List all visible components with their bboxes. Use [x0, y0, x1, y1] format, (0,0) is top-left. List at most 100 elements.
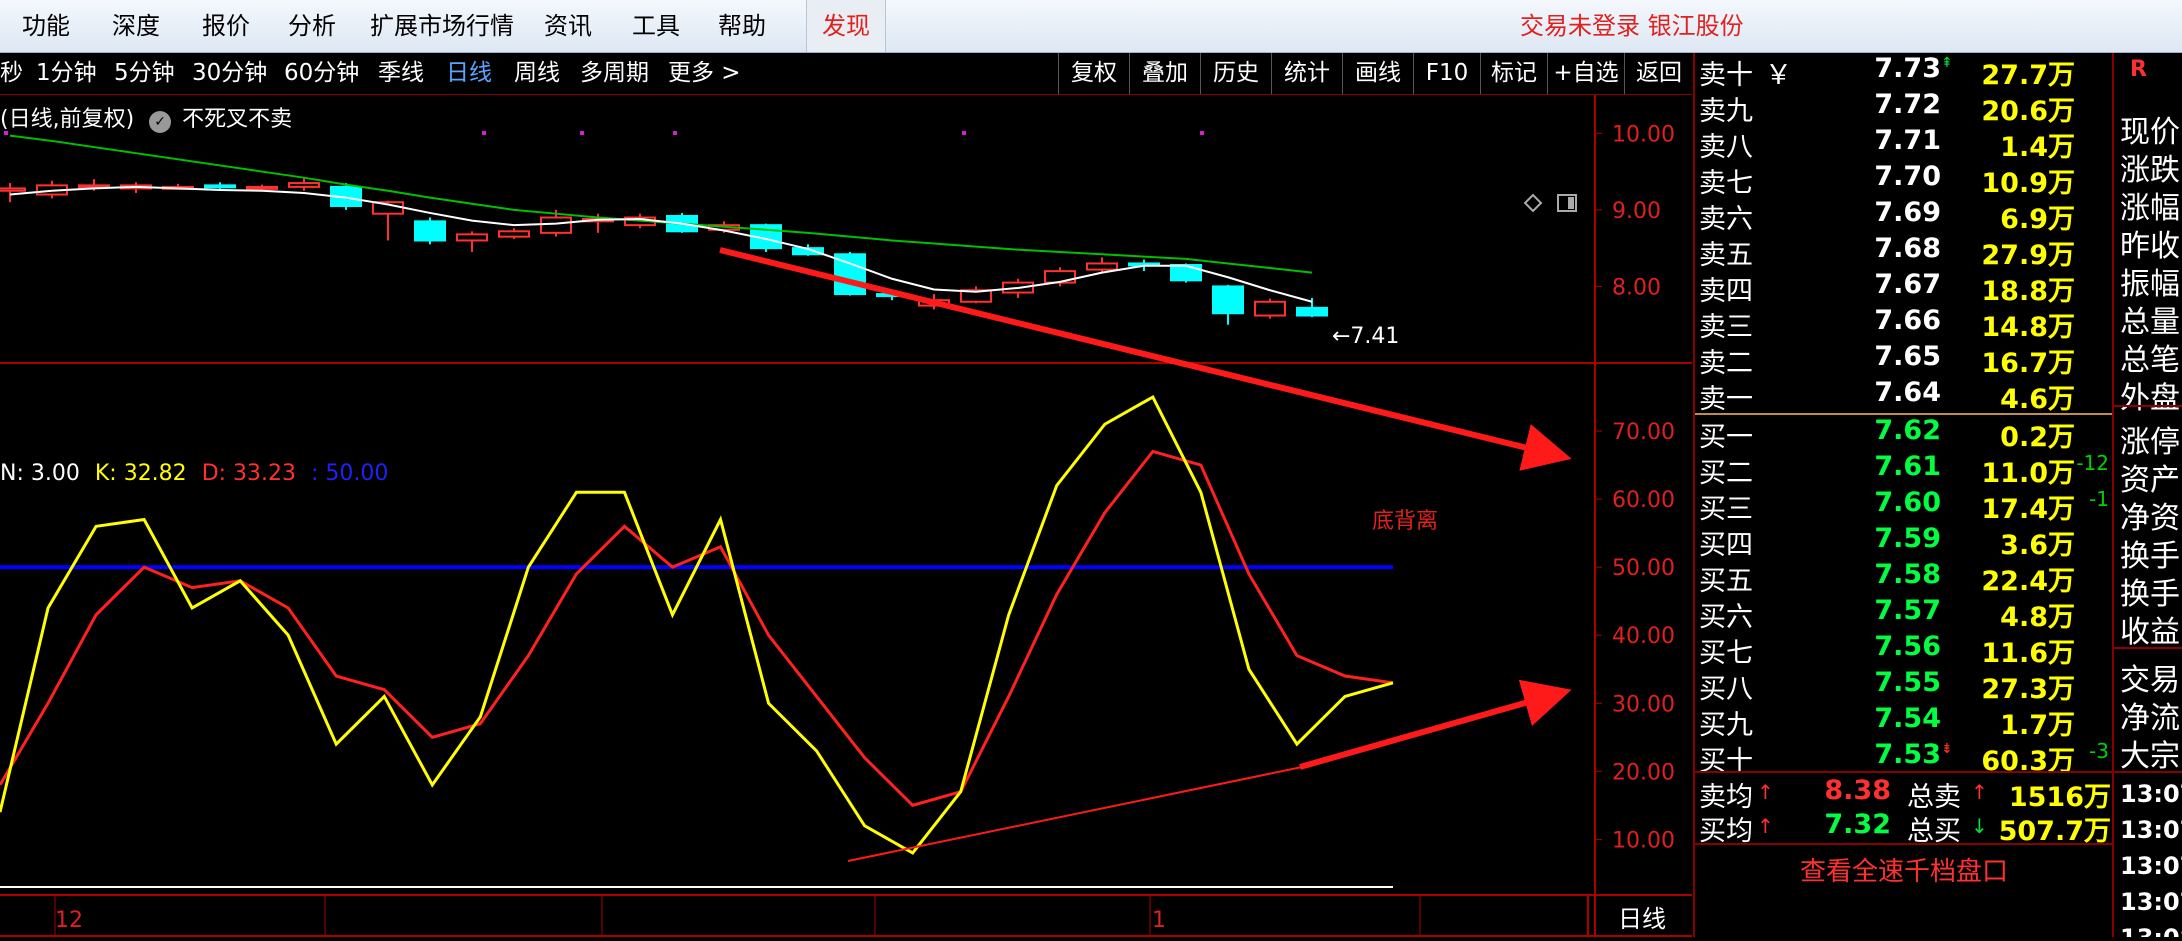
signal-dot [673, 131, 677, 135]
summary-row: 卖均 ↑ 8.38 总卖 ↑ 1516万 [1695, 775, 2113, 813]
candle-body [1254, 300, 1286, 317]
draw-line-button[interactable]: 画线 [1342, 53, 1413, 94]
sell-order-row[interactable]: 卖十 ￥ 7.73 ⇞ 27.7万 [1695, 53, 2113, 91]
indicator-tick-label: 60.00 [1612, 488, 1675, 513]
sell-order-row[interactable]: 卖九 7.72 20.6万 [1695, 89, 2113, 127]
sell-order-row[interactable]: 卖三 7.66 14.8万 [1695, 305, 2113, 343]
volume-change: -1 [2089, 487, 2109, 511]
chart-area[interactable]: 10.00 9.00 8.00 70.00 60.00 50.00 40.00 30.00 2… [0, 95, 1692, 937]
price-tick-label: 8.00 [1612, 275, 1661, 300]
menu-item-help[interactable]: 帮助 [718, 0, 766, 52]
buy-order-level-label: 买二 [1699, 458, 1753, 489]
period-5min[interactable]: 5分钟 [114, 53, 175, 94]
volume: 10.9万 [1981, 168, 2075, 199]
buy-order-row[interactable]: 买二 7.61 11.0万 -12 [1695, 451, 2113, 489]
menu-item-function[interactable]: 功能 [22, 0, 70, 52]
period-60min[interactable]: 60分钟 [284, 53, 359, 94]
full-depth-link[interactable]: 查看全速千档盘口 [1695, 851, 2113, 888]
buy-order-row[interactable]: 买八 7.55 27.3万 [1695, 667, 2113, 705]
summary-price: 8.38 [1824, 775, 1891, 806]
pane-window-icon-fill [1568, 197, 1574, 209]
kline-chart-svg[interactable]: 10.00 9.00 8.00 70.00 60.00 50.00 40.00 30.00 2… [0, 95, 1692, 937]
menu-item-depth[interactable]: 深度 [112, 0, 160, 52]
volume-change: -3 [2089, 739, 2109, 763]
badge-row: R [2114, 53, 2182, 93]
menu-item-quote[interactable]: 报价 [202, 0, 250, 52]
indicator-toggle-icon[interactable]: ✓ [149, 111, 172, 133]
menu-item-news[interactable]: 资讯 [544, 0, 592, 52]
price: 7.58 [1874, 559, 1941, 590]
period-daily[interactable]: 日线 [446, 53, 492, 94]
price: 7.57 [1874, 595, 1941, 626]
buy-order-level-label: 买一 [1699, 422, 1753, 453]
buy-order-row[interactable]: 买四 7.59 3.6万 [1695, 523, 2113, 561]
buy-order-level-label: 买七 [1699, 638, 1753, 669]
history-button[interactable]: 历史 [1200, 53, 1271, 94]
last-price-label: ←7.41 [1332, 324, 1399, 349]
sell-order-level-label: 卖九 [1699, 96, 1753, 127]
buy-order-row[interactable]: 买十 7.53 ⇟ 60.3万 -3 [1695, 739, 2113, 777]
arrow-up-icon: ↑ [1757, 780, 1774, 804]
sell-order-level-label: 卖七 [1699, 168, 1753, 199]
menu-item-tools[interactable]: 工具 [632, 0, 680, 52]
buy-order-row[interactable]: 买九 7.54 1.7万 [1695, 703, 2113, 741]
restore-rights-button[interactable]: 复权 [1058, 53, 1129, 94]
period-weekly[interactable]: 周线 [514, 53, 560, 94]
period-seconds[interactable]: 秒 [0, 53, 23, 94]
sell-order-row[interactable]: 卖七 7.70 10.9万 [1695, 161, 2113, 199]
panel-divider [2114, 405, 2182, 407]
kdj-params-row: N: 3.00 K: 32.82 D: 33.23 : 50.00 [0, 461, 388, 486]
panel-divider [2114, 771, 2182, 773]
signal-dot [482, 131, 486, 135]
period-multi[interactable]: 多周期 [580, 53, 649, 94]
price-tick-label: 10.00 [1612, 122, 1675, 147]
buy-order-level-label: 买五 [1699, 566, 1753, 597]
sell-order-row[interactable]: 卖二 7.65 16.7万 [1695, 341, 2113, 379]
sell-order-row[interactable]: 卖五 7.68 27.9万 [1695, 233, 2113, 271]
add-watchlist-button[interactable]: +自选 [1547, 53, 1624, 94]
overlay-button[interactable]: 叠加 [1129, 53, 1200, 94]
bottom-divergence-label: 底背离 [1372, 509, 1438, 534]
price: 7.73 [1874, 53, 1941, 84]
indicator-tick-label: 10.00 [1612, 828, 1675, 853]
mark-button[interactable]: 标记 [1480, 53, 1547, 94]
buy-order-row[interactable]: 买三 7.60 17.4万 -1 [1695, 487, 2113, 525]
period-quarter[interactable]: 季线 [378, 53, 424, 94]
tick-time: 13:07 [2120, 816, 2182, 844]
buy-order-row[interactable]: 买六 7.57 4.8万 [1695, 595, 2113, 633]
buy-order-row[interactable]: 买一 7.62 0.2万 [1695, 415, 2113, 453]
candles-group [0, 177, 1328, 325]
menu-item-discover[interactable]: 发现 [806, 0, 886, 52]
sell-order-row[interactable]: 卖一 7.64 4.6万 [1695, 377, 2113, 415]
statistics-button[interactable]: 统计 [1271, 53, 1342, 94]
candle-body [0, 187, 26, 192]
period-more[interactable]: 更多 > [668, 53, 741, 94]
buy-order-row[interactable]: 买七 7.56 11.6万 [1695, 631, 2113, 669]
sell-order-level-label: 卖三 [1699, 312, 1753, 343]
price: 7.64 [1874, 377, 1941, 408]
menu-item-extended-market[interactable]: 扩展市场行情 [370, 0, 514, 52]
bottom-period-tab[interactable]: 日线 [1618, 905, 1666, 933]
sell-order-row[interactable]: 卖八 7.71 1.4万 [1695, 125, 2113, 163]
volume: 6.9万 [2000, 204, 2075, 235]
volume: 18.8万 [1981, 276, 2075, 307]
trade-status-text: 交易未登录 银江股份 [1520, 12, 1744, 40]
kdj-ref: : 50.00 [311, 461, 389, 486]
volume: 3.6万 [2000, 530, 2075, 561]
period-1min[interactable]: 1分钟 [36, 53, 97, 94]
pane-diamond-icon[interactable] [1523, 193, 1543, 213]
price: 7.60 [1874, 487, 1941, 518]
f10-button[interactable]: F10 [1413, 53, 1480, 94]
back-button[interactable]: 返回 [1624, 53, 1693, 94]
sell-order-row[interactable]: 卖六 7.69 6.9万 [1695, 197, 2113, 235]
buy-order-row[interactable]: 买五 7.58 22.4万 [1695, 559, 2113, 597]
menu-item-analysis[interactable]: 分析 [288, 0, 336, 52]
candle-body [498, 230, 530, 238]
volume: 11.6万 [1981, 638, 2075, 669]
period-30min[interactable]: 30分钟 [192, 53, 267, 94]
candle-body [414, 220, 446, 242]
volume: 1.7万 [2000, 710, 2075, 741]
signal-dot [962, 131, 966, 135]
sell-order-row[interactable]: 卖四 7.67 18.8万 [1695, 269, 2113, 307]
price: 7.55 [1874, 667, 1941, 698]
